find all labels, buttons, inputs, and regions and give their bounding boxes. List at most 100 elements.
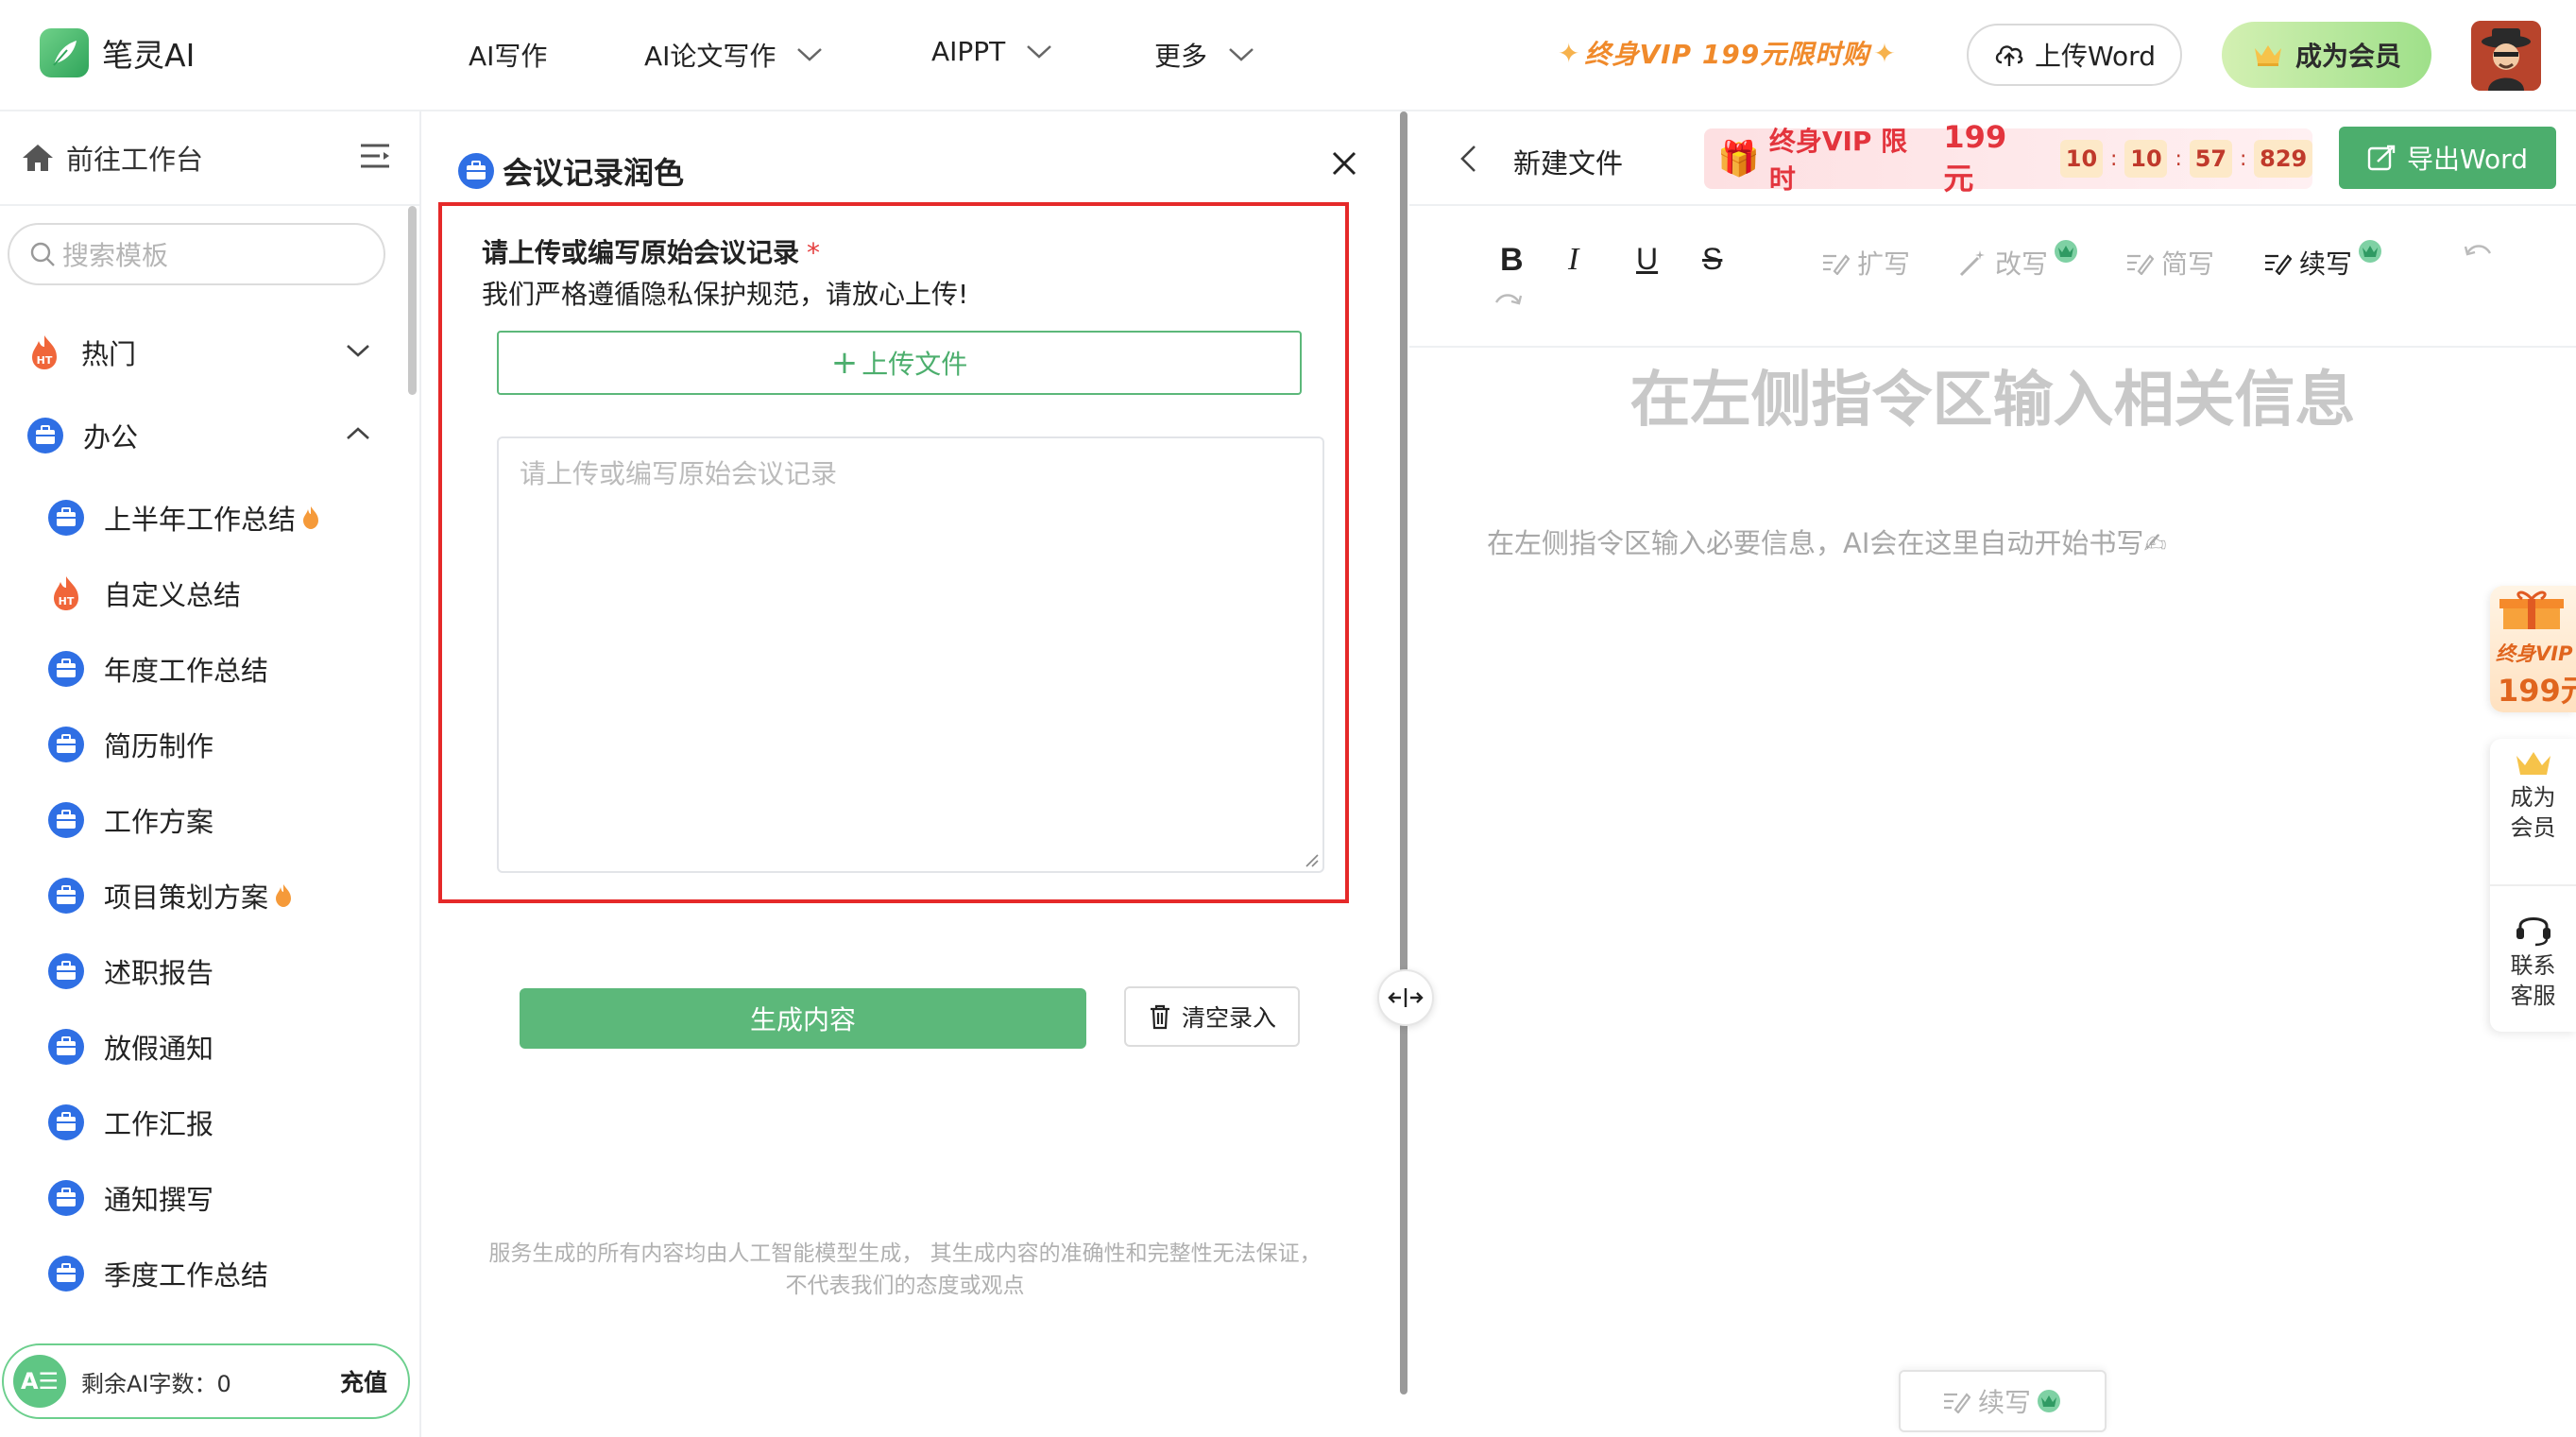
menu-collapse-icon[interactable] [359,142,391,170]
headset-icon [2513,909,2554,947]
vip-promo-banner[interactable]: ✦ 终身VIP 199元限时购 ✦ [1554,34,1901,72]
rewrite-button[interactable]: 改写 [1957,240,2080,282]
form-title-text: 会议记录润色 [503,155,685,191]
sidebar-item-label: 项目策划方案 [104,881,269,914]
italic-button[interactable]: I [1568,242,1578,278]
upload-word-button[interactable]: 上传Word [1967,24,2182,86]
cloud-upload-icon [1993,42,2025,68]
vip-price: 199元 [1943,119,2007,197]
workspace-label: 前往工作台 [66,144,204,176]
sidebar-item-label: 上半年工作总结 [104,504,297,536]
template-search-input[interactable]: 搜索模板 [8,223,385,285]
ai-quota-bar: A☰ 剩余AI字数：0 充值 [2,1343,410,1419]
undo-icon[interactable] [2464,242,2492,261]
go-to-workspace[interactable]: 前往工作台 [0,111,419,206]
flame-icon [301,505,320,530]
vip-countdown-banner[interactable]: 🎁 终身VIP 限时 199元 10 : 10 : 57 : 829 [1704,119,2312,197]
logo[interactable]: 笔灵AI [40,28,195,77]
editor-placeholder-hint: 在左侧指令区输入必要信息，AI会在这里自动开始书写✍ [1487,527,2167,559]
floating-continue-label: 续写 [1977,1387,2031,1418]
clear-label: 清空录入 [1181,1004,1276,1032]
sidebar-item-label: 通知撰写 [104,1184,214,1216]
floating-vip-offer[interactable]: 终身VIP 199元 [2490,586,2576,712]
rail-become-member[interactable]: 成为 会员 [2490,743,2576,843]
resize-handle-icon[interactable] [1377,969,1434,1026]
sidebar-template-item[interactable]: 述职报告 [0,933,406,1009]
recharge-button[interactable]: 充值 [340,1364,387,1398]
redo-icon[interactable] [1494,291,1523,310]
upload-file-button[interactable]: + 上传文件 [497,331,1302,395]
category-office[interactable]: 办公 [0,398,397,473]
file-name[interactable]: 新建文件 [1513,142,1623,181]
sidebar-item-label: 工作方案 [104,806,214,838]
sidebar-template-item[interactable]: 通知撰写 [0,1160,406,1236]
export-word-button[interactable]: 导出Word [2339,127,2556,189]
disclaimer-line: 不代表我们的态度或观点 [785,1274,1025,1298]
continue-button[interactable]: 续写 [2263,240,2384,282]
vip-offer-line1: 终身VIP [2496,642,2573,665]
panel-divider[interactable] [1400,111,1407,1394]
countdown-hours: 10 [2059,140,2103,178]
clear-input-button[interactable]: 清空录入 [1124,986,1300,1047]
sidebar-template-item[interactable]: 放假通知 [0,1009,406,1085]
sidebar-template-item[interactable]: 上半年工作总结 [0,480,406,556]
sidebar-template-item[interactable]: 简历制作 [0,707,406,782]
nav-label: 更多 [1154,41,1208,72]
instruction-panel: 会议记录润色 请上传或编写原始会议记录 * 我们严格遵循隐私保护规范，请放心上传!… [423,111,1398,1437]
svg-text:HT: HT [37,354,53,367]
trash-icon [1148,1003,1172,1030]
editor-header: 新建文件 🎁 终身VIP 限时 199元 10 : 10 : 57 : 829 … [1409,111,2576,206]
strikethrough-button[interactable]: S [1702,242,1722,277]
sidebar-template-item[interactable]: 项目策划方案 [0,858,406,933]
sidebar-template-item[interactable]: 工作方案 [0,782,406,858]
promo-label: 终身VIP 199元限时购 [1584,39,1870,70]
svg-text:HT: HT [59,595,75,607]
countdown-sep: : [2239,146,2247,171]
feather-logo-icon [40,28,89,77]
expand-button[interactable]: 扩写 [1821,244,1910,282]
sidebar-template-item[interactable]: 年度工作总结 [0,631,406,707]
briefcase-icon [47,1028,85,1066]
sparkle-icon: ✦ [1873,37,1897,69]
nav-label: AI论文写作 [644,41,776,72]
crown-badge-icon [2035,1389,2063,1413]
nav-ai-paper[interactable]: AI论文写作 [644,36,823,74]
sparkle-icon: ✦ [1558,37,1581,69]
chevron-down-icon [346,343,370,358]
hot-badge-icon: HT [47,574,85,612]
category-hot[interactable]: HT 热门 [0,315,397,390]
meeting-record-textarea[interactable]: 请上传或编写原始会议记录 [497,436,1324,873]
bold-button[interactable]: B [1500,242,1524,279]
brand-name: 笔灵AI [102,37,196,74]
close-icon[interactable] [1330,149,1358,178]
chevron-down-icon [796,47,823,62]
sidebar-template-item[interactable]: 季度工作总结 [0,1236,406,1311]
rail-contact-service[interactable]: 联系 客服 [2490,909,2576,1011]
template-list: 上半年工作总结 HT 自定义总结 年度工作总结 简历制作工作方案项目策划方案 述职报告放假… [0,480,406,1311]
magic-pen-icon [2263,250,2292,275]
chevron-left-icon[interactable] [1459,144,1477,174]
nav-ai-writing[interactable]: AI写作 [469,36,547,74]
countdown-seconds: 57 [2189,140,2232,178]
magic-pen-icon [1942,1389,1970,1413]
become-member-button[interactable]: 成为会员 [2222,22,2431,88]
simplify-button[interactable]: 简写 [2125,244,2214,282]
underline-button[interactable]: U [1636,242,1658,277]
sidebar-item-label: 述职报告 [104,957,214,989]
textarea-placeholder: 请上传或编写原始会议记录 [520,458,838,489]
avatar[interactable] [2471,21,2541,91]
rail-service-line: 客服 [2510,983,2556,1009]
rail-member-line: 成为 [2510,784,2556,811]
crown-badge-icon [2356,239,2384,264]
floating-continue-button[interactable]: 续写 [1899,1370,2107,1432]
sidebar-template-item[interactable]: 工作汇报 [0,1085,406,1160]
nav-aippt[interactable]: AIPPT [931,36,1052,67]
form-title: 会议记录润色 [457,149,684,193]
sidebar-scrollbar[interactable] [408,206,417,395]
generate-content-button[interactable]: 生成内容 [520,988,1086,1049]
nav-more[interactable]: 更多 [1154,36,1254,74]
expand-label: 扩写 [1857,248,1911,280]
resize-grip-icon[interactable] [1304,852,1319,867]
home-icon [21,143,55,173]
sidebar-template-item[interactable]: HT 自定义总结 [0,556,406,631]
